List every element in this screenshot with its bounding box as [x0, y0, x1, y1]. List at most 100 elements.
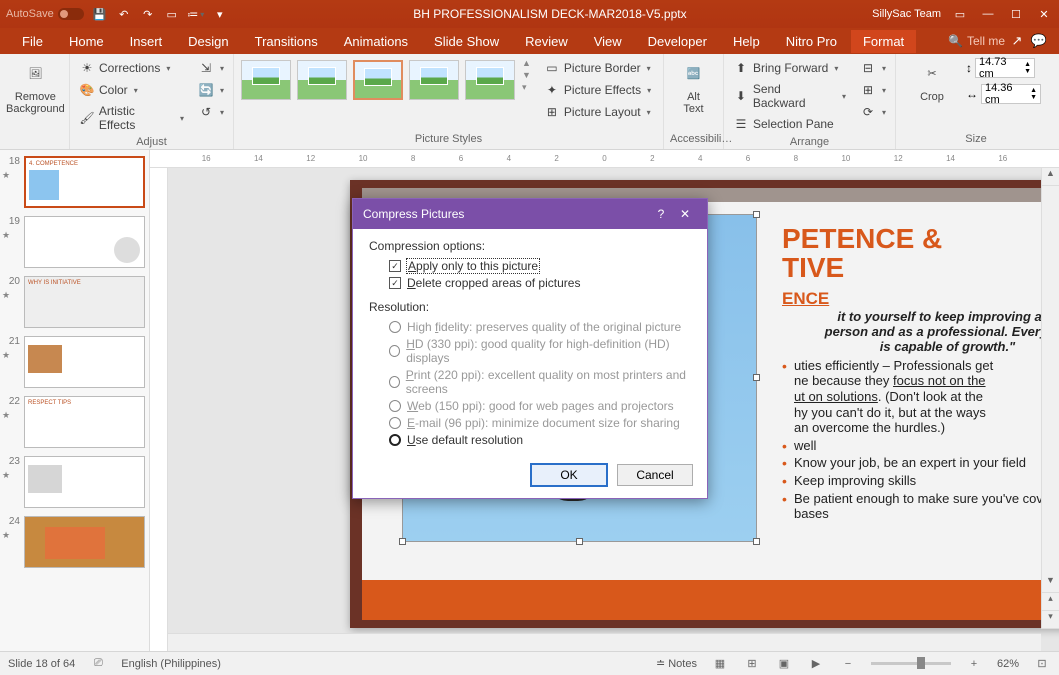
tab-design[interactable]: Design [176, 30, 240, 53]
group-icon[interactable]: ⊞ [857, 80, 889, 100]
team-name[interactable]: SillySac Team [872, 8, 941, 20]
slide-counter[interactable]: Slide 18 of 64 [8, 658, 75, 670]
tab-animations[interactable]: Animations [332, 30, 420, 53]
picture-effects-button[interactable]: ✦Picture Effects [541, 80, 654, 100]
title-bar: AutoSave 💾 ↶ ↷ ▭ ≔ ▾ BH PROFESSIONALISM … [0, 0, 1059, 28]
bring-forward-button[interactable]: ⬆Bring Forward [730, 58, 849, 78]
zoom-in-icon[interactable]: + [965, 656, 983, 672]
save-icon[interactable]: 💾 [92, 6, 108, 22]
tab-developer[interactable]: Developer [636, 30, 719, 53]
artistic-effects-button[interactable]: 🖌Artistic Effects [76, 102, 187, 134]
radio-email: E-mail (96 ppi): minimize document size … [389, 416, 691, 430]
cancel-button[interactable]: Cancel [617, 464, 693, 486]
change-picture-icon[interactable]: 🔄 [195, 80, 227, 100]
corrections-button[interactable]: ☀Corrections [76, 58, 187, 78]
language-indicator[interactable]: English (Philippines) [121, 658, 221, 670]
tab-help[interactable]: Help [721, 30, 772, 53]
close-icon[interactable]: ✕ [1035, 5, 1053, 23]
styles-scroll-down-icon[interactable]: ▼ [522, 70, 531, 80]
styles-more-icon[interactable]: ▾ [522, 82, 531, 93]
tellme-search[interactable]: 🔍 Tell me [948, 34, 1005, 48]
picture-style-5[interactable] [465, 60, 515, 100]
styles-scroll-up-icon[interactable]: ▲ [522, 58, 531, 68]
picture-layout-button[interactable]: ⊞Picture Layout [541, 102, 654, 122]
group-picture-styles-label: Picture Styles [240, 131, 657, 147]
start-slideshow-icon[interactable]: ▭ [164, 6, 180, 22]
dialog-close-icon[interactable]: ✕ [673, 207, 697, 221]
color-button[interactable]: 🎨Color [76, 80, 187, 100]
redo-icon[interactable]: ↷ [140, 6, 156, 22]
zoom-level[interactable]: 62% [997, 658, 1019, 670]
sorter-view-icon[interactable]: ⊞ [743, 656, 761, 672]
autosave-toggle[interactable]: AutoSave [6, 8, 84, 20]
horizontal-scrollbar[interactable] [168, 633, 1041, 651]
send-backward-button[interactable]: ⬇Send Backward [730, 80, 849, 112]
list-icon[interactable]: ≔ [188, 6, 204, 22]
reset-picture-icon[interactable]: ↺ [195, 102, 227, 122]
group-adjust-label: Adjust [76, 134, 227, 150]
zoom-out-icon[interactable]: − [839, 656, 857, 672]
thumb-18[interactable]: 18★4. COMPETENCE [0, 154, 149, 214]
selection-pane-button[interactable]: ☰Selection Pane [730, 114, 849, 134]
tab-review[interactable]: Review [513, 30, 580, 53]
vertical-scrollbar[interactable]: ▲ ▼ ▴ ▾ [1041, 168, 1059, 629]
group-accessibility-label: Accessibili… [670, 131, 717, 147]
thumb-19[interactable]: 19★ [0, 214, 149, 274]
reading-view-icon[interactable]: ▣ [775, 656, 793, 672]
delete-cropped-checkbox[interactable]: Delete cropped areas of pictures [389, 276, 691, 290]
tab-slideshow[interactable]: Slide Show [422, 30, 511, 53]
rotate-icon[interactable]: ⟳ [857, 102, 889, 122]
thumb-24[interactable]: 24★ [0, 514, 149, 574]
width-input[interactable]: 14.36 cm▲▼ [981, 84, 1041, 104]
maximize-icon[interactable]: ☐ [1007, 5, 1025, 23]
slideshow-view-icon[interactable]: ▶ [807, 656, 825, 672]
height-icon: ↕ [966, 61, 972, 75]
apply-only-checkbox[interactable]: Apply only to this picture [389, 259, 691, 273]
resolution-label: Resolution: [369, 300, 691, 314]
comments-icon[interactable]: 💬 [1029, 31, 1049, 51]
tab-view[interactable]: View [582, 30, 634, 53]
thumb-22[interactable]: 22★RESPECT TIPS [0, 394, 149, 454]
ribbon-options-icon[interactable]: ▭ [951, 5, 969, 23]
picture-style-2[interactable] [297, 60, 347, 100]
spellcheck-icon[interactable]: ⎚ [89, 656, 107, 672]
minimize-icon[interactable]: — [979, 5, 997, 23]
thumb-23[interactable]: 23★ [0, 454, 149, 514]
ruler-horizontal: 1614121086420246810121416 [150, 150, 1059, 168]
height-input[interactable]: 14.73 cm▲▼ [975, 58, 1035, 78]
group-size-label: Size [902, 131, 1050, 147]
compression-options-label: Compression options: [369, 239, 691, 253]
tab-nitropro[interactable]: Nitro Pro [774, 30, 849, 53]
compress-pictures-dialog: Compress Pictures ? ✕ Compression option… [352, 198, 708, 499]
picture-style-1[interactable] [241, 60, 291, 100]
notes-button[interactable]: ≐ Notes [656, 657, 697, 670]
tab-format[interactable]: Format [851, 30, 916, 53]
normal-view-icon[interactable]: ▦ [711, 656, 729, 672]
align-icon[interactable]: ⊟ [857, 58, 889, 78]
tab-insert[interactable]: Insert [118, 30, 175, 53]
dialog-titlebar[interactable]: Compress Pictures ? ✕ [353, 199, 707, 229]
remove-background-button[interactable]: 🖼Remove Background [6, 58, 65, 115]
ok-button[interactable]: OK [531, 464, 607, 486]
zoom-slider[interactable] [871, 662, 951, 665]
undo-icon[interactable]: ↶ [116, 6, 132, 22]
thumb-20[interactable]: 20★WHY IS INITIATIVE [0, 274, 149, 334]
tab-transitions[interactable]: Transitions [243, 30, 330, 53]
picture-style-4[interactable] [409, 60, 459, 100]
radio-default-resolution[interactable]: Use default resolution [389, 433, 691, 447]
crop-button[interactable]: ✂Crop [902, 58, 962, 103]
slide-thumbnails[interactable]: 18★4. COMPETENCE 19★ 20★WHY IS INITIATIV… [0, 150, 150, 651]
tab-file[interactable]: File [10, 30, 55, 53]
tab-home[interactable]: Home [57, 30, 116, 53]
compress-pictures-icon[interactable]: ⇲ [195, 58, 227, 78]
dialog-help-icon[interactable]: ? [649, 207, 673, 221]
qat-custom-icon[interactable]: ▾ [212, 6, 228, 22]
thumb-21[interactable]: 21★ [0, 334, 149, 394]
alt-text-button[interactable]: 🔤Alt Text [670, 58, 717, 115]
width-icon: ↔ [966, 87, 978, 101]
picture-style-3[interactable] [353, 60, 403, 100]
picture-border-button[interactable]: ▭Picture Border [541, 58, 654, 78]
share-icon[interactable]: ↗ [1007, 31, 1027, 51]
radio-web: Web (150 ppi): good for web pages and pr… [389, 399, 691, 413]
fit-window-icon[interactable]: ⊡ [1033, 656, 1051, 672]
